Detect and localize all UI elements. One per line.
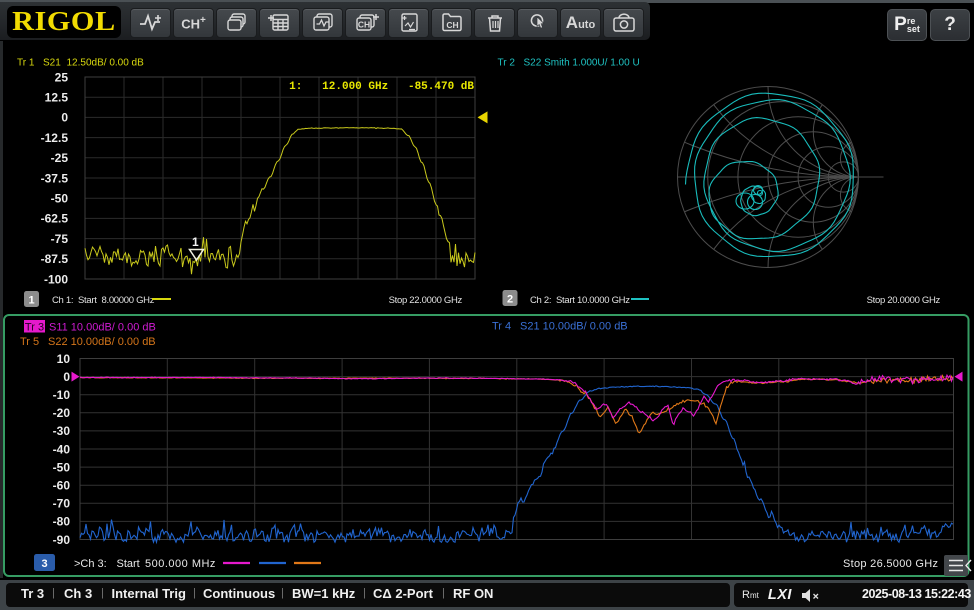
svg-text:-37.5: -37.5 — [41, 171, 69, 185]
svg-text:-30: -30 — [53, 424, 71, 438]
svg-text:12.5: 12.5 — [45, 91, 69, 105]
svg-text:>Ch 3:: >Ch 3: — [74, 558, 107, 570]
svg-text:10.0000 GHz: 10.0000 GHz — [577, 295, 630, 306]
svg-text:CH: CH — [446, 20, 458, 30]
svg-text:Stop 20.0000 GHz: Stop 20.0000 GHz — [867, 295, 941, 306]
svg-text:S22 10.00dB/ 0.00 dB: S22 10.00dB/ 0.00 dB — [48, 336, 156, 348]
svg-text:0: 0 — [63, 370, 70, 384]
svg-text:Tr 4: Tr 4 — [492, 321, 511, 333]
svg-text:Start: Start — [78, 295, 97, 306]
svg-text:S22 Smith 1.000U/ 1.00 U: S22 Smith 1.000U/ 1.00 U — [524, 58, 640, 69]
svg-text:Tr 5: Tr 5 — [20, 336, 39, 348]
svg-text:Stop 26.5000 GHz: Stop 26.5000 GHz — [843, 558, 938, 570]
svg-text:Tr 3: Tr 3 — [25, 322, 44, 334]
svg-text:1: 1 — [192, 235, 199, 249]
svg-text:Tr 1: Tr 1 — [17, 58, 35, 69]
svg-text:Tr 2: Tr 2 — [498, 58, 516, 69]
svg-text:S21: S21 — [43, 58, 61, 69]
svg-text:0: 0 — [61, 111, 68, 125]
svg-text:-10: -10 — [53, 388, 71, 402]
svg-text:S11 10.00dB/ 0.00 dB: S11 10.00dB/ 0.00 dB — [49, 322, 156, 334]
svg-text:-50: -50 — [51, 192, 69, 206]
svg-text:-75: -75 — [51, 232, 69, 246]
svg-text:Ch 1:: Ch 1: — [52, 295, 73, 306]
svg-text:12.50dB/ 0.00 dB: 12.50dB/ 0.00 dB — [67, 58, 145, 69]
svg-text:-90: -90 — [53, 533, 71, 547]
svg-text:-20: -20 — [53, 406, 71, 420]
svg-text:8.00000 GHz: 8.00000 GHz — [102, 295, 155, 306]
svg-text:2: 2 — [507, 294, 513, 306]
svg-text:S21 10.00dB/ 0.00 dB: S21 10.00dB/ 0.00 dB — [520, 321, 628, 333]
svg-text:-70: -70 — [53, 497, 71, 511]
svg-text:1: 12.000 GHz -85.470 dB: 1: 12.000 GHz -85.470 dB — [289, 81, 474, 93]
svg-text:10: 10 — [57, 352, 71, 366]
svg-text:CH: CH — [357, 20, 369, 30]
svg-text:-80: -80 — [53, 515, 71, 529]
svg-text:-100: -100 — [44, 272, 68, 286]
svg-text:Start: Start — [556, 295, 575, 306]
svg-text:-25: -25 — [51, 151, 69, 165]
svg-text:-60: -60 — [53, 479, 71, 493]
svg-text:25: 25 — [55, 70, 69, 84]
svg-text:-87.5: -87.5 — [41, 252, 69, 266]
svg-text:Ch 2:: Ch 2: — [530, 295, 551, 306]
svg-text:Stop 22.0000 GHz: Stop 22.0000 GHz — [389, 295, 463, 306]
svg-text:-40: -40 — [53, 442, 71, 456]
svg-text:Start: Start — [117, 558, 140, 570]
svg-text:-62.5: -62.5 — [41, 212, 69, 226]
svg-text:1: 1 — [28, 295, 34, 307]
svg-text:500.000 MHz: 500.000 MHz — [145, 558, 216, 570]
svg-text:-50: -50 — [53, 460, 71, 474]
svg-text:3: 3 — [41, 558, 47, 570]
svg-text:-12.5: -12.5 — [41, 131, 69, 145]
